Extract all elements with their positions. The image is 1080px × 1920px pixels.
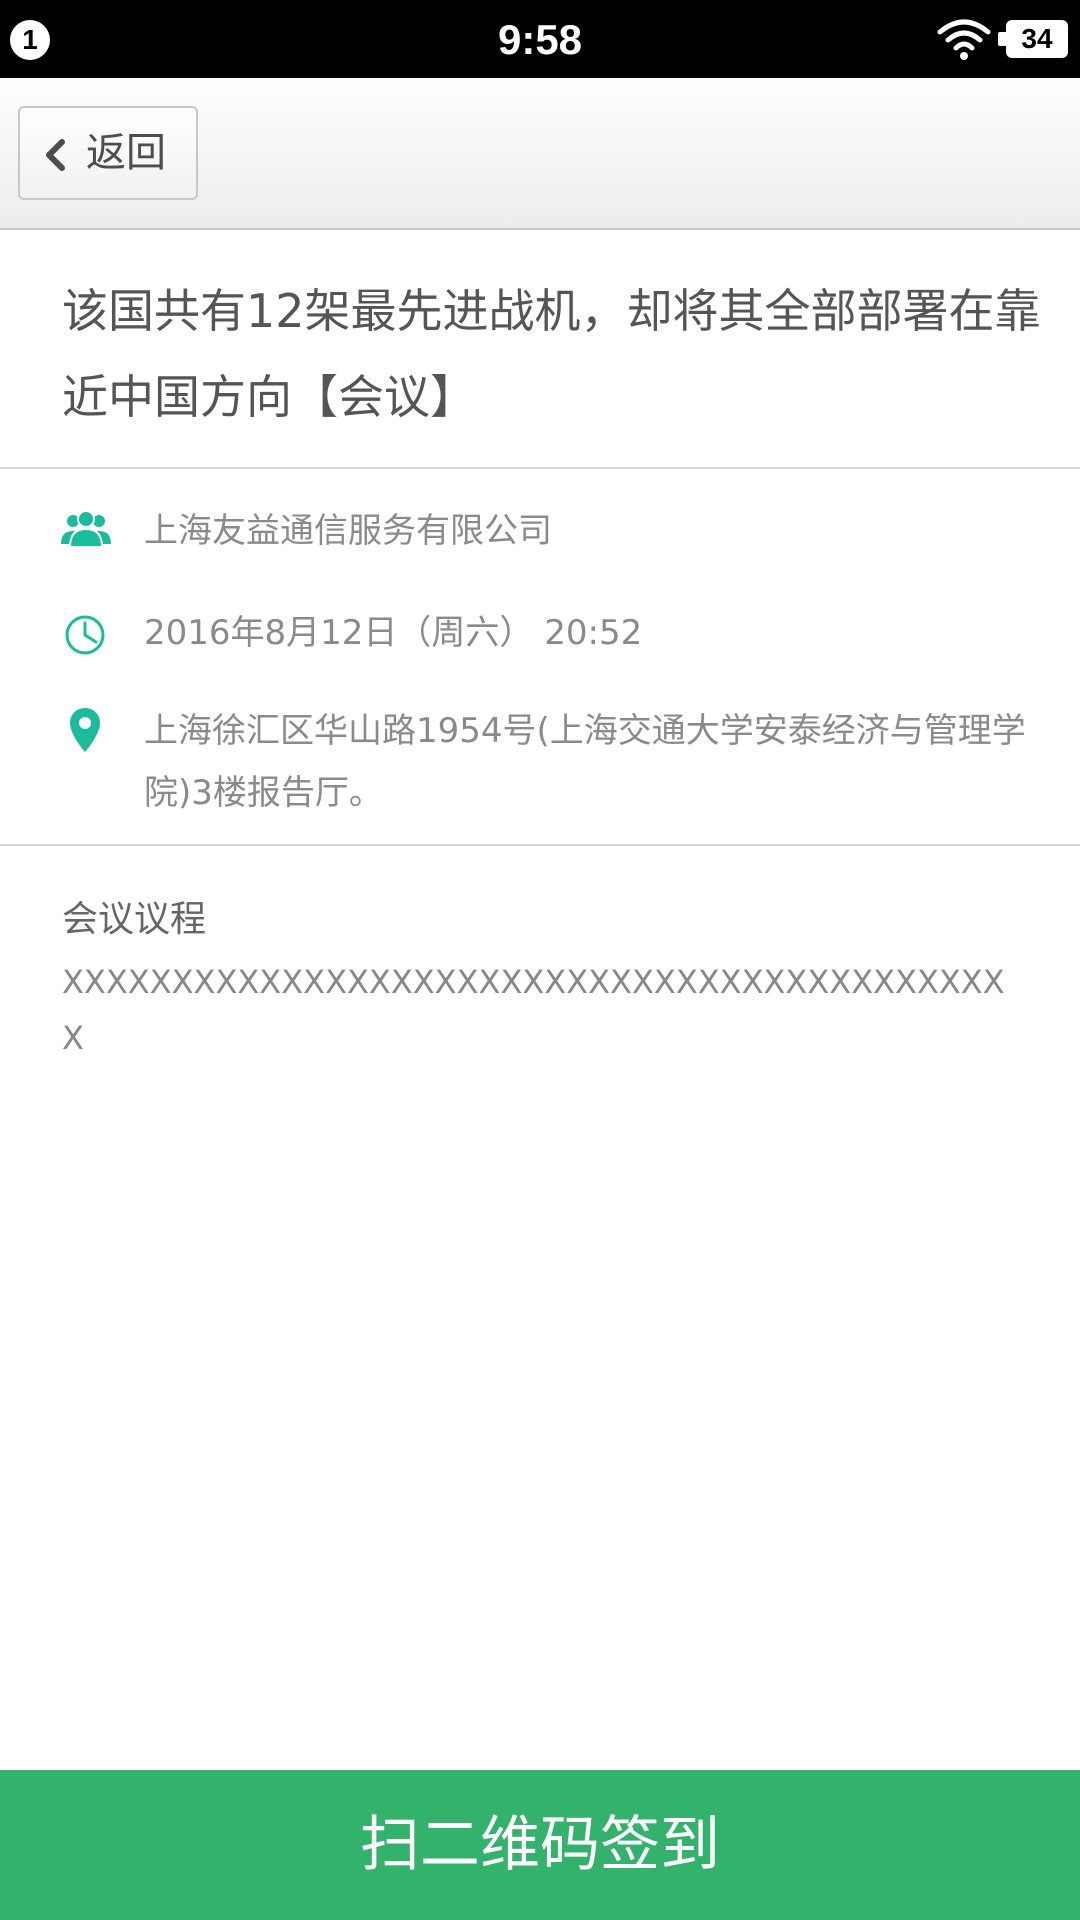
agenda-heading: 会议议程 — [62, 899, 207, 940]
wifi-icon — [937, 19, 991, 60]
scan-qr-checkin-button[interactable]: 扫二维码签到 — [0, 1770, 1080, 1920]
back-button[interactable]: 返回 — [18, 106, 198, 200]
location-text: 上海徐汇区华山路1954号(上海交通大学安泰经济与管理学院)3楼报告厅。 — [144, 711, 1026, 813]
divider — [0, 844, 1080, 846]
map-pin-icon — [70, 708, 100, 752]
clock-icon — [65, 615, 105, 655]
datetime-text: 2016年8月12日（周六） 20:52 — [144, 613, 643, 653]
event-title: 该国共有12架最先进战机，却将其全部部署在靠近中国方向【会议】 — [62, 284, 1041, 424]
status-bar: 1 9:58 34 — [0, 0, 1080, 78]
chevron-left-icon — [46, 139, 65, 171]
status-time: 9:58 — [497, 16, 583, 63]
organizer-text: 上海友益通信服务有限公司 — [144, 511, 552, 551]
nav-header: 返回 — [0, 78, 1080, 230]
battery-indicator: 34 — [998, 20, 1068, 58]
back-label: 返回 — [86, 130, 166, 176]
divider — [0, 467, 1080, 469]
people-icon — [61, 510, 111, 548]
agenda-content: XXXXXXXXXXXXXXXXXXXXXXXXXXXXXXXXXXXXXXXX… — [62, 963, 1005, 1057]
